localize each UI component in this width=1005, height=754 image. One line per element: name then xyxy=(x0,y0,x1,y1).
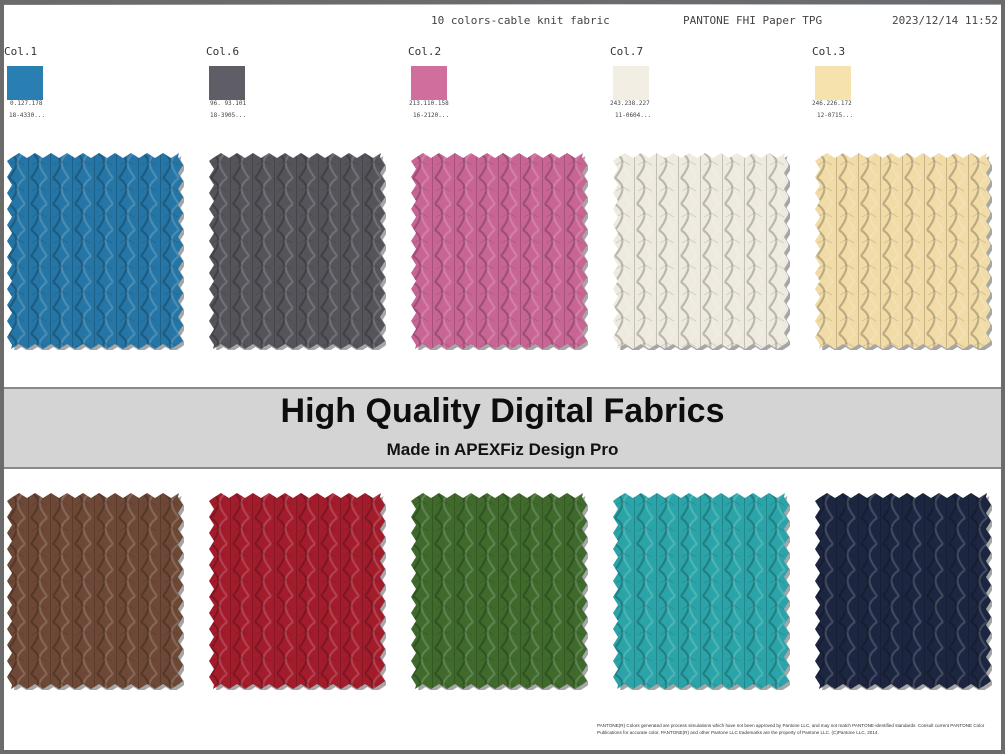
pantone-code: 18-4330... xyxy=(9,112,46,119)
color-chip xyxy=(209,66,245,100)
color-name: Col.3 xyxy=(812,45,846,58)
fabric-swatch xyxy=(208,492,386,690)
color-name: Col.2 xyxy=(408,45,442,58)
color-chip xyxy=(613,66,649,100)
color-library-label: PANTONE FHI Paper TPG xyxy=(683,14,823,27)
fabric-swatch xyxy=(814,152,992,350)
color-chip xyxy=(411,66,447,100)
fabric-swatch xyxy=(612,152,790,350)
color-rgb: 0.127.178 xyxy=(10,100,43,107)
fabric-swatch xyxy=(410,492,588,690)
pantone-code: 16-2120... xyxy=(413,112,450,119)
color-chip xyxy=(815,66,851,100)
fabric-swatch xyxy=(410,152,588,350)
pantone-code: 11-0604... xyxy=(615,112,652,119)
color-name: Col.1 xyxy=(4,45,38,58)
banner-subtitle: Made in APEXFiz Design Pro xyxy=(386,440,619,459)
color-name: Col.6 xyxy=(206,45,240,58)
fabric-swatch xyxy=(208,152,386,350)
color-chip xyxy=(7,66,43,100)
fabric-swatch xyxy=(612,492,790,690)
color-name: Col.7 xyxy=(610,45,644,58)
banner-title: High Quality Digital Fabrics xyxy=(280,392,725,430)
bottom-accent-bar xyxy=(0,750,1005,754)
top-accent-bar xyxy=(0,0,1005,5)
fabric-swatch xyxy=(814,492,992,690)
fabric-swatch xyxy=(6,152,184,350)
pantone-code: 18-3905... xyxy=(210,112,247,119)
color-rgb: 246.226.172 xyxy=(812,100,852,107)
timestamp: 2023/12/14 11:52 xyxy=(892,14,998,27)
color-rgb: 96. 93.101 xyxy=(210,100,247,107)
pantone-code: 12-0715... xyxy=(817,112,854,119)
color-rgb: 213.110.158 xyxy=(409,100,449,107)
pantone-disclaimer: PANTONE(R) Colors generated are process … xyxy=(597,723,985,735)
color-rgb: 243.238.227 xyxy=(610,100,650,107)
document-title: 10 colors-cable knit fabric xyxy=(431,14,610,27)
fabric-swatch xyxy=(6,492,184,690)
